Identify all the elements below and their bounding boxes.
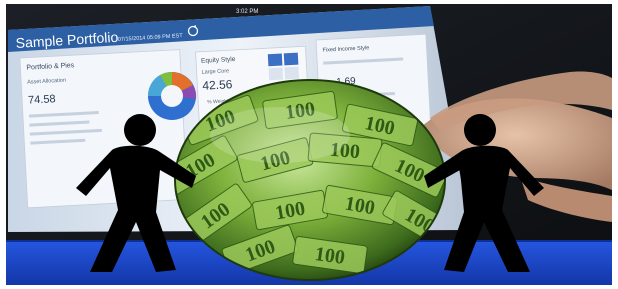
photo-scene: 3:02 PM Sample Portfolio 07/15/2014 05:0… [0, 0, 618, 289]
banknote-value: 100 [313, 243, 346, 269]
left-panel-value: 74.58 [28, 93, 56, 106]
left-panel: Portfolio & Pies Asset Allocation 74.58 [19, 49, 188, 209]
pie-chart-icon [147, 71, 197, 120]
status-time: 3:02 PM [236, 9, 258, 15]
middle-panel-value: 42.56 [202, 77, 233, 93]
